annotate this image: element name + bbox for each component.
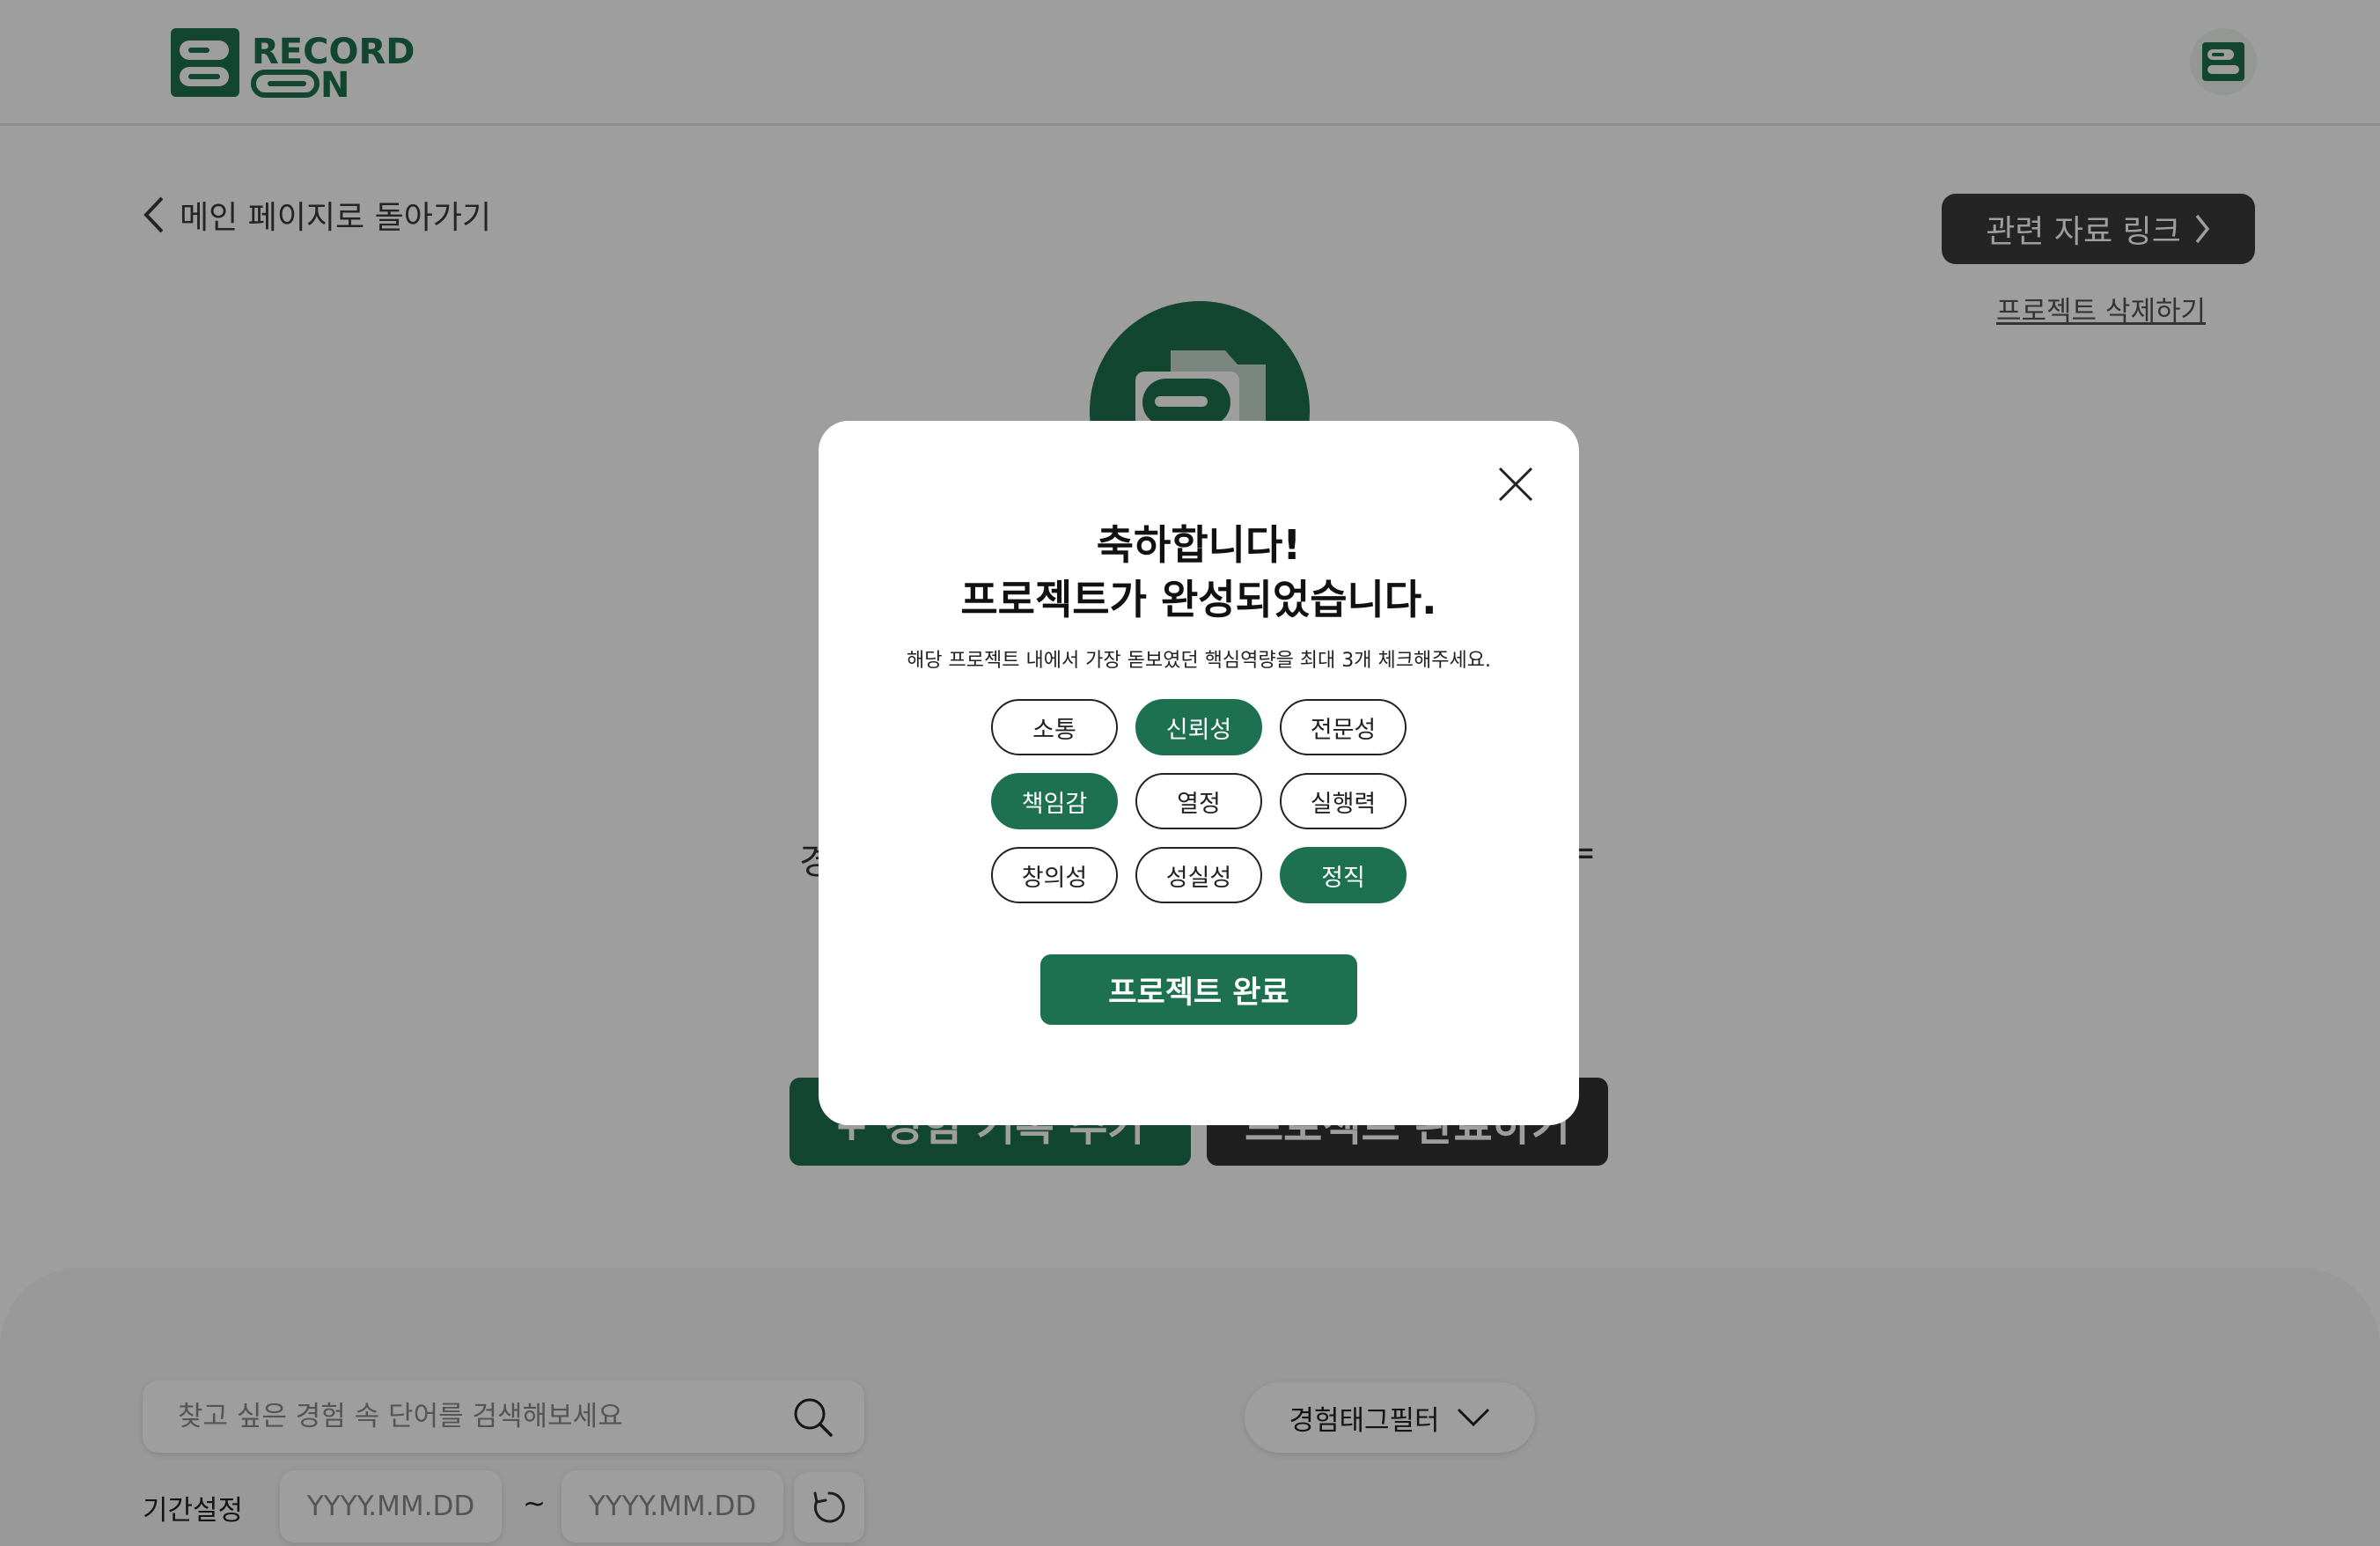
competency-chip-passion[interactable]: 열정	[1135, 773, 1262, 829]
modal-title-line2: 프로젝트가 완성되었습니다.	[960, 576, 1437, 623]
competency-chip-responsibility[interactable]: 책임감	[991, 773, 1118, 829]
competency-chip-execution[interactable]: 실행력	[1280, 773, 1407, 829]
competency-chip-creativity[interactable]: 창의성	[991, 847, 1118, 903]
project-completion-modal: 축하합니다! 프로젝트가 완성되었습니다. 해당 프로젝트 내에서 가장 돋보였…	[819, 421, 1579, 1125]
close-icon[interactable]	[1491, 460, 1540, 509]
competency-chip-communication[interactable]: 소통	[991, 699, 1118, 755]
project-detail-page: RECORD N 메인 페이지로 돌아가기 관련 자료 링크 프로젝트 삭제하기	[0, 0, 2380, 1546]
competency-chip-diligence[interactable]: 성실성	[1135, 847, 1262, 903]
modal-title: 축하합니다! 프로젝트가 완성되었습니다.	[819, 518, 1579, 627]
modal-instruction: 해당 프로젝트 내에서 가장 돋보였던 핵심역량을 최대 3개 체크해주세요.	[907, 650, 1491, 672]
modal-complete-project-button[interactable]: 프로젝트 완료	[1040, 954, 1357, 1025]
competency-chip-honesty[interactable]: 정직	[1280, 847, 1407, 903]
modal-title-line1: 축하합니다!	[1096, 521, 1302, 569]
competency-chip-expertise[interactable]: 전문성	[1280, 699, 1407, 755]
competency-chip-reliability[interactable]: 신뢰성	[1135, 699, 1262, 755]
